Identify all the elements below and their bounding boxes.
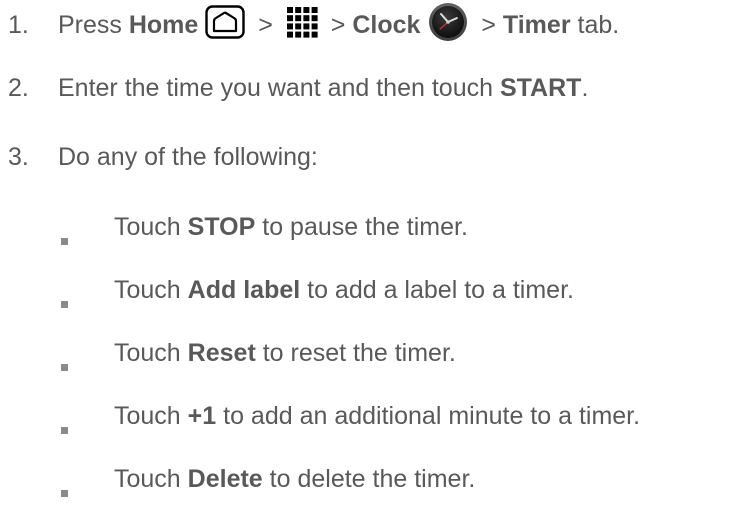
- apps-grid-dot: [311, 14, 318, 21]
- apps-grid-dot: [286, 6, 293, 13]
- bullet-bold: STOP: [187, 213, 256, 241]
- apps-grid-dot: [295, 14, 302, 21]
- instruction-document: 1. Press Home > > Clock > Timer tab. 2. …: [0, 0, 737, 512]
- clock-app-icon: [428, 2, 468, 49]
- bullet-post: to pause the timer.: [255, 213, 468, 241]
- apps-grid-dot: [286, 31, 293, 38]
- apps-grid-dot: [295, 31, 302, 38]
- bullet-pre: Touch: [114, 276, 188, 304]
- apps-grid-dot: [286, 22, 293, 29]
- timer-label: Timer: [502, 11, 571, 39]
- bullet-bold: Add label: [187, 276, 301, 304]
- bullet-post: to add an additional minute to a timer.: [216, 402, 641, 430]
- bullet-bold: Delete: [187, 465, 263, 493]
- apps-grid-dot: [311, 6, 318, 13]
- bullet-square-icon: [61, 301, 68, 308]
- bullet-pre: Touch: [114, 402, 188, 430]
- bullet-text: Touch Add label to add a label to a time…: [114, 275, 574, 305]
- apps-grid-dot: [295, 6, 302, 13]
- step-number: 1.: [8, 11, 29, 39]
- step-number: 3.: [8, 143, 29, 171]
- bullet-square-icon: [61, 238, 68, 245]
- apps-grid-dot: [303, 31, 310, 38]
- clock-label: Clock: [352, 11, 421, 39]
- bullet-pre: Touch: [114, 465, 188, 493]
- step-text-press: Press: [58, 11, 129, 39]
- home-key-icon: [205, 4, 246, 46]
- bullet-square-icon: [61, 490, 68, 497]
- bullet-pre: Touch: [114, 213, 188, 241]
- bullet-text: Touch Delete to delete the timer.: [114, 464, 475, 494]
- step-text-tab: tab.: [570, 11, 620, 39]
- apps-grid-dot: [311, 22, 318, 29]
- apps-grid-dot: [303, 6, 310, 13]
- step-text: Do any of the following:: [58, 143, 318, 171]
- apps-grid-dot: [303, 22, 310, 29]
- apps-grid-icon: [286, 6, 318, 45]
- step-text-post: .: [581, 74, 589, 102]
- bullet-pre: Touch: [114, 339, 188, 367]
- apps-grid-dot: [311, 31, 318, 38]
- step-number: 2.: [8, 74, 29, 102]
- apps-grid-dot: [295, 22, 302, 29]
- bullet-square-icon: [61, 427, 68, 434]
- bullet-square-icon: [61, 364, 68, 371]
- bullet-bold: +1: [187, 402, 217, 430]
- bullet-post: to add a label to a timer.: [300, 276, 574, 304]
- bullet-post: to reset the timer.: [255, 339, 456, 367]
- bullet-post: to delete the timer.: [262, 465, 476, 493]
- bullet-text: Touch Reset to reset the timer.: [114, 338, 456, 368]
- step-text-pre: Enter the time you want and then touch: [58, 74, 500, 102]
- separator: >: [474, 11, 503, 39]
- apps-grid-dot: [303, 14, 310, 21]
- step-text: Press Home > > Clock > Timer tab.: [58, 2, 619, 49]
- start-label: START: [499, 74, 582, 102]
- bullet-bold: Reset: [187, 339, 256, 367]
- separator: >: [323, 11, 353, 39]
- bullet-text: Touch +1 to add an additional minute to …: [114, 401, 640, 431]
- bullet-text: Touch STOP to pause the timer.: [114, 212, 468, 242]
- home-label: Home: [128, 11, 199, 39]
- step-text: Enter the time you want and then touch S…: [58, 73, 588, 103]
- separator: >: [251, 11, 280, 39]
- apps-grid-dot: [286, 14, 293, 21]
